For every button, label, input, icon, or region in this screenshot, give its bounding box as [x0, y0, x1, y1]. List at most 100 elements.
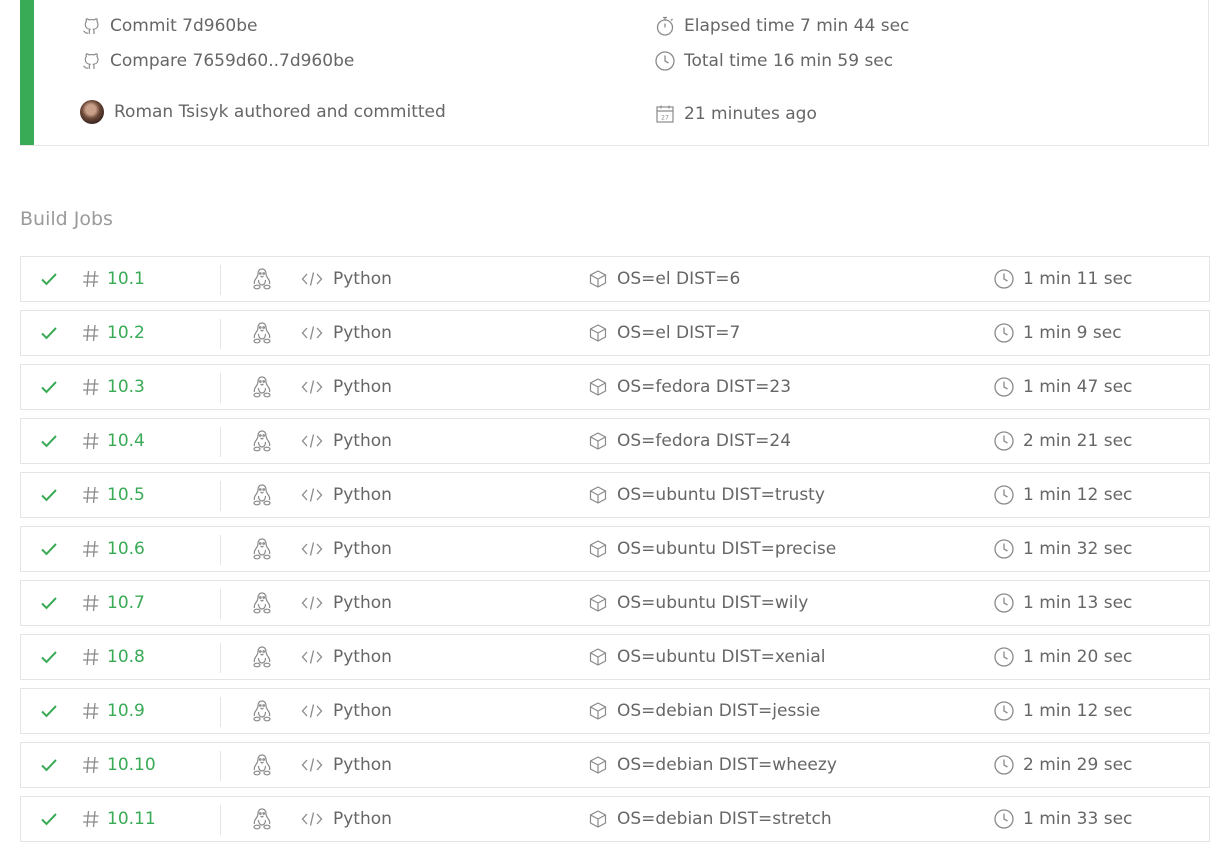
check-icon	[39, 635, 59, 679]
job-env: OS=fedora DIST=24	[588, 419, 791, 463]
job-env-label: OS=fedora DIST=23	[617, 377, 792, 397]
job-language-label: Python	[333, 593, 392, 613]
job-row[interactable]: 10.4 Python OS=fedora DIST=24 2 min 21 s…	[20, 418, 1210, 464]
status-bar	[20, 0, 34, 145]
linux-penguin-icon	[251, 689, 273, 733]
code-icon	[301, 540, 323, 558]
job-env-label: OS=ubuntu DIST=wily	[617, 593, 809, 613]
job-language-label: Python	[333, 647, 392, 667]
job-number[interactable]: 10.9	[81, 689, 145, 733]
check-icon	[39, 689, 59, 733]
clock-icon	[993, 538, 1015, 560]
job-env-label: OS=el DIST=7	[617, 323, 741, 343]
svg-text:27: 27	[661, 115, 669, 122]
code-icon	[301, 810, 323, 828]
job-number[interactable]: 10.4	[81, 419, 145, 463]
job-env-label: OS=debian DIST=wheezy	[617, 755, 837, 775]
job-number[interactable]: 10.8	[81, 635, 145, 679]
job-env-label: OS=el DIST=6	[617, 269, 741, 289]
job-number[interactable]: 10.5	[81, 473, 145, 517]
box-icon	[588, 431, 608, 451]
commit-link[interactable]: Commit 7d960be	[80, 15, 258, 37]
section-title: Build Jobs	[20, 208, 113, 230]
compare-link[interactable]: Compare 7659d60..7d960be	[80, 50, 354, 72]
job-duration-label: 1 min 33 sec	[1023, 809, 1133, 829]
job-env: OS=debian DIST=jessie	[588, 689, 820, 733]
divider	[220, 481, 221, 511]
job-language: Python	[301, 257, 392, 301]
job-duration: 1 min 12 sec	[993, 473, 1132, 517]
job-number[interactable]: 10.7	[81, 581, 145, 625]
box-icon	[588, 809, 608, 829]
box-icon	[588, 269, 608, 289]
job-number[interactable]: 10.11	[81, 797, 156, 841]
job-language: Python	[301, 419, 392, 463]
box-icon	[588, 539, 608, 559]
job-row[interactable]: 10.5 Python OS=ubuntu DIST=trusty 1 min …	[20, 472, 1210, 518]
clock-icon	[993, 808, 1015, 830]
job-row[interactable]: 10.11 Python OS=debian DIST=stretch 1 mi…	[20, 796, 1210, 842]
check-icon	[39, 527, 59, 571]
linux-penguin-icon	[251, 311, 273, 355]
divider	[220, 643, 221, 673]
box-icon	[588, 755, 608, 775]
hash-icon	[81, 269, 101, 289]
job-duration: 1 min 20 sec	[993, 635, 1132, 679]
job-duration-label: 1 min 13 sec	[1023, 593, 1133, 613]
divider	[220, 373, 221, 403]
linux-penguin-icon	[251, 797, 273, 841]
job-number-label: 10.11	[107, 809, 156, 829]
job-language: Python	[301, 311, 392, 355]
job-number[interactable]: 10.2	[81, 311, 145, 355]
job-row[interactable]: 10.10 Python OS=debian DIST=wheezy 2 min…	[20, 742, 1210, 788]
author-label: Roman Tsisyk authored and committed	[114, 102, 446, 122]
job-env: OS=ubuntu DIST=wily	[588, 581, 808, 625]
job-row[interactable]: 10.1 Python OS=el DIST=6 1 min 11 sec	[20, 256, 1210, 302]
job-env-label: OS=debian DIST=stretch	[617, 809, 832, 829]
job-row[interactable]: 10.9 Python OS=debian DIST=jessie 1 min …	[20, 688, 1210, 734]
job-language: Python	[301, 581, 392, 625]
job-number[interactable]: 10.6	[81, 527, 145, 571]
job-language-label: Python	[333, 431, 392, 451]
check-icon	[39, 581, 59, 625]
job-language: Python	[301, 527, 392, 571]
clock-icon	[993, 592, 1015, 614]
clock-icon	[654, 50, 676, 72]
code-icon	[301, 432, 323, 450]
job-number[interactable]: 10.3	[81, 365, 145, 409]
job-row[interactable]: 10.6 Python OS=ubuntu DIST=precise 1 min…	[20, 526, 1210, 572]
job-duration: 2 min 21 sec	[993, 419, 1132, 463]
hash-icon	[81, 701, 101, 721]
job-row[interactable]: 10.2 Python OS=el DIST=7 1 min 9 sec	[20, 310, 1210, 356]
job-duration-label: 1 min 47 sec	[1023, 377, 1133, 397]
job-env-label: OS=ubuntu DIST=trusty	[617, 485, 825, 505]
job-duration: 1 min 47 sec	[993, 365, 1132, 409]
job-env: OS=ubuntu DIST=trusty	[588, 473, 825, 517]
job-number[interactable]: 10.10	[81, 743, 156, 787]
code-icon	[301, 648, 323, 666]
job-duration-label: 1 min 32 sec	[1023, 539, 1133, 559]
clock-icon	[993, 484, 1015, 506]
job-language: Python	[301, 689, 392, 733]
check-icon	[39, 743, 59, 787]
avatar	[80, 100, 104, 124]
job-env-label: OS=fedora DIST=24	[617, 431, 792, 451]
box-icon	[588, 593, 608, 613]
job-duration: 1 min 11 sec	[993, 257, 1132, 301]
job-number-label: 10.4	[107, 431, 145, 451]
box-icon	[588, 377, 608, 397]
job-row[interactable]: 10.8 Python OS=ubuntu DIST=xenial 1 min …	[20, 634, 1210, 680]
job-number-label: 10.5	[107, 485, 145, 505]
job-number[interactable]: 10.1	[81, 257, 145, 301]
clock-icon	[993, 322, 1015, 344]
hash-icon	[81, 377, 101, 397]
job-number-label: 10.10	[107, 755, 156, 775]
linux-penguin-icon	[251, 419, 273, 463]
job-row[interactable]: 10.7 Python OS=ubuntu DIST=wily 1 min 13…	[20, 580, 1210, 626]
job-env: OS=debian DIST=wheezy	[588, 743, 837, 787]
job-row[interactable]: 10.3 Python OS=fedora DIST=23 1 min 47 s…	[20, 364, 1210, 410]
code-icon	[301, 378, 323, 396]
check-icon	[39, 257, 59, 301]
job-language-label: Python	[333, 485, 392, 505]
clock-icon	[993, 700, 1015, 722]
